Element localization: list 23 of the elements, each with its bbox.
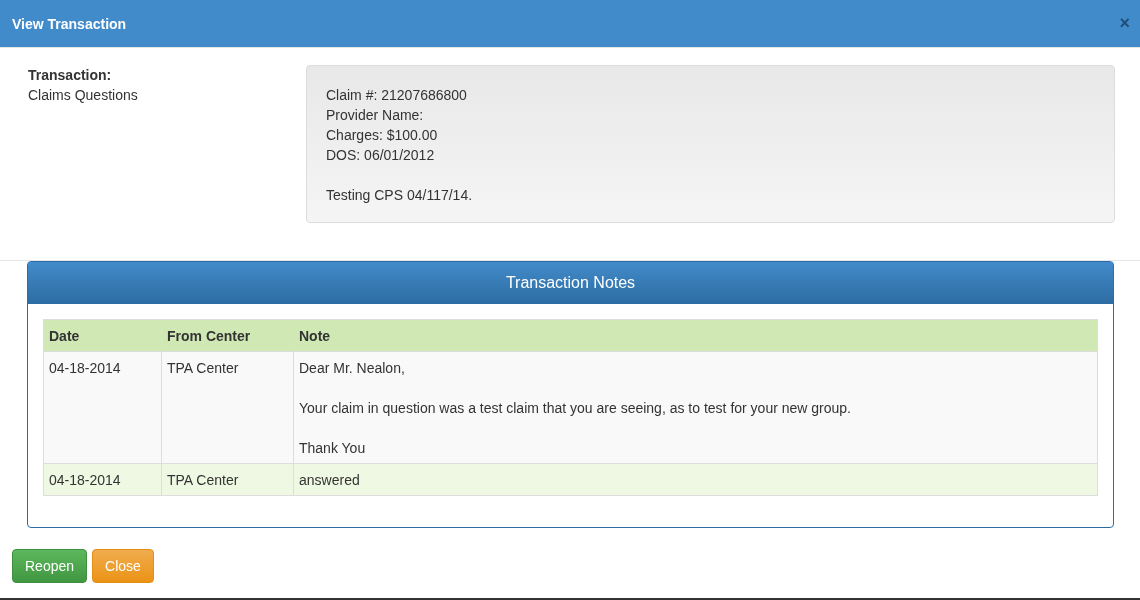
detail-remark: Testing CPS 04/117/14. xyxy=(326,186,474,205)
column-header: Date xyxy=(43,319,162,352)
table-cell: TPA Center xyxy=(167,360,239,376)
column-header: Note xyxy=(293,319,1098,352)
note-text: Thank You xyxy=(299,439,367,457)
detail-line: Provider Name: xyxy=(326,106,425,125)
detail-line: Charges: $100.00 xyxy=(326,126,439,145)
table-cell: 04-18-2014 xyxy=(49,472,121,488)
transaction-label: Transaction: xyxy=(28,66,113,85)
note-text: Dear Mr. Nealon, xyxy=(299,359,406,377)
detail-line: Claim #: 21207686800 xyxy=(326,86,468,105)
note-text: answered xyxy=(299,471,361,489)
close-button[interactable]: × xyxy=(1119,13,1130,34)
action-button[interactable]: Close xyxy=(92,549,154,583)
table-cell: 04-18-2014 xyxy=(49,360,121,376)
detail-line: DOS: 06/01/2012 xyxy=(326,146,436,165)
transaction-value: Claims Questions xyxy=(28,86,139,105)
dialog-title: View Transaction xyxy=(12,15,127,32)
panel-title: Transaction Notes xyxy=(505,274,636,292)
table-cell: TPA Center xyxy=(167,472,239,488)
note-text: Your claim in question was a test claim that you are seeing, as to test for your new group. xyxy=(299,399,852,417)
action-button[interactable]: Reopen xyxy=(12,549,88,583)
column-header: From Center xyxy=(161,319,294,352)
